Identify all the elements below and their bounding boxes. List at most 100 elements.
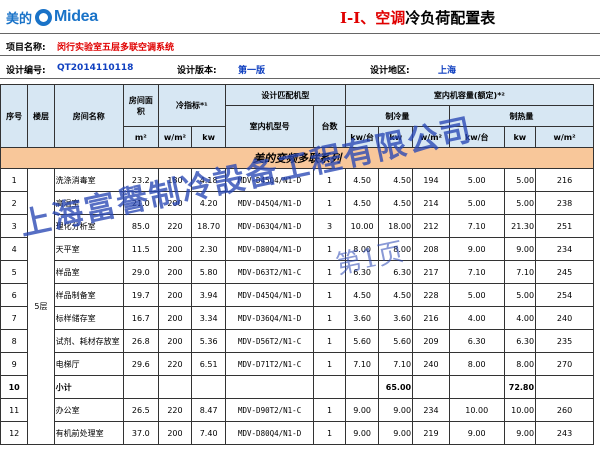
cell-c3: 240: [412, 352, 450, 376]
cell-area: 37.0: [122, 421, 159, 445]
cell-h3: [535, 375, 594, 399]
cell-count: 1: [313, 283, 346, 307]
cell-h1: 7.10: [448, 260, 505, 284]
cell-h3: 238: [535, 191, 594, 215]
header-cooling-index: 冷指标*¹: [157, 84, 226, 127]
cell-h3: 243: [535, 421, 594, 445]
cell-count: 1: [313, 398, 346, 422]
cell-c3: 194: [412, 168, 450, 192]
cell-wm2: 200: [157, 329, 193, 353]
cell-no: 12: [0, 421, 29, 445]
table-row: 7 标样储存室 16.7 200 3.34 MDV-D36Q4/N1-D 1 3.60 3.60…: [0, 306, 594, 330]
header-floor: 楼层: [27, 84, 55, 148]
cell-c2: 9.00: [378, 421, 414, 445]
cell-wm2: 180: [157, 168, 193, 192]
cell-area: 11.5: [122, 237, 159, 261]
project-label: 项目名称:: [6, 43, 46, 53]
cell-h2: 10.00: [503, 398, 537, 422]
cell-room: 有机前处理室: [53, 421, 124, 445]
cell-kw: 6.51: [191, 352, 226, 376]
cell-h1: 5.00: [448, 191, 505, 215]
header-count: 台数: [313, 105, 346, 148]
cell-no: 1: [0, 168, 29, 192]
table-row: 11 办公室 26.5 220 8.47 MDV-D90T2/N1-C 1 9.00 9.00 2…: [0, 398, 594, 422]
cell-wm2: 200: [157, 306, 193, 330]
cell-h1: 6.30: [448, 329, 505, 353]
cell-area: 19.7: [122, 283, 159, 307]
cell-h3: 216: [535, 168, 594, 192]
cell-c2: 3.60: [378, 306, 414, 330]
midea-circle-icon: [35, 8, 53, 26]
cell-c2: 4.50: [378, 168, 414, 192]
cell-no: 2: [0, 191, 29, 215]
document-title: I-I、空调冷负荷配置表: [340, 7, 495, 28]
cell-room: 高温室: [53, 191, 124, 215]
cell-room: 样品制备室: [53, 283, 124, 307]
cell-room: 办公室: [53, 398, 124, 422]
cell-kw: 3.94: [191, 283, 226, 307]
cell-area: 29.0: [122, 260, 159, 284]
cell-h1: 9.00: [448, 421, 505, 445]
table-row: 9 电梯厅 29.6 220 6.51 MDV-D71T2/N1-C 1 7.10 7.10 24…: [0, 352, 594, 376]
cell-model: MDV-D63Q4/N1-D: [224, 214, 315, 238]
cell-model: MDV-D45Q4/N1-D: [224, 191, 315, 215]
cell-count: 1: [313, 329, 346, 353]
table-row: 6 样品制备室 19.7 200 3.94 MDV-D45Q4/N1-D 1 4.50 4.50…: [0, 283, 594, 307]
cell-c3: 217: [412, 260, 450, 284]
cell-no: 11: [0, 398, 29, 422]
cell-area: 16.7: [122, 306, 159, 330]
unit-kw: kw: [378, 126, 414, 148]
cell-c3: 219: [412, 421, 450, 445]
cell-c1: 9.00: [344, 398, 380, 422]
cell-h1: 5.00: [448, 283, 505, 307]
cell-wm2: 200: [157, 283, 193, 307]
cell-h3: 270: [535, 352, 594, 376]
cell-count: 1: [313, 306, 346, 330]
cell-no: 9: [0, 352, 29, 376]
cell-model: MDV-D45Q4/N1-D: [224, 168, 315, 192]
cell-area: 23.2: [122, 168, 159, 192]
cell-area: [122, 375, 159, 399]
cell-wm2: 220: [157, 398, 193, 422]
cell-room: 理化分析室: [53, 214, 124, 238]
cell-c2: 5.60: [378, 329, 414, 353]
cell-c3: 216: [412, 306, 450, 330]
unit-kw-set: kw/台: [448, 126, 505, 148]
unit-kw: kw: [503, 126, 537, 148]
cell-room: 洗涤消毒室: [53, 168, 124, 192]
cell-count: 1: [313, 191, 346, 215]
cell-room: 标样储存室: [53, 306, 124, 330]
cell-no: 6: [0, 283, 29, 307]
cell-h3: 254: [535, 283, 594, 307]
cell-h1: 7.10: [448, 214, 505, 238]
cell-kw: 5.36: [191, 329, 226, 353]
cell-no: 7: [0, 306, 29, 330]
cell-count: 1: [313, 421, 346, 445]
cell-h1: 10.00: [448, 398, 505, 422]
cell-wm2: 200: [157, 191, 193, 215]
cell-h2: 9.00: [503, 237, 537, 261]
header-cooling-cap: 制冷量: [344, 105, 450, 127]
cell-area: 26.8: [122, 329, 159, 353]
cell-c1: 6.30: [344, 260, 380, 284]
series-band-row: 美的变频多联系列: [0, 147, 594, 169]
cell-kw: 7.40: [191, 421, 226, 445]
cell-no: 10: [0, 375, 29, 399]
header-design-model: 设计匹配机型: [224, 84, 346, 106]
cell-c2: 8.00: [378, 237, 414, 261]
cell-model: MDV-D71T2/N1-C: [224, 352, 315, 376]
table-row: 10 小计 65.00 72.80: [0, 375, 594, 399]
cell-wm2: 220: [157, 352, 193, 376]
cell-wm2: 200: [157, 421, 193, 445]
cell-c2: 6.30: [378, 260, 414, 284]
cell-model: MDV-D63T2/N1-C: [224, 260, 315, 284]
cell-h2: 21.30: [503, 214, 537, 238]
cell-c2: 9.00: [378, 398, 414, 422]
divider: [0, 55, 600, 56]
cell-room: 样品室: [53, 260, 124, 284]
cell-h2: 7.10: [503, 260, 537, 284]
table-row: 2 高温室 21.0 200 4.20 MDV-D45Q4/N1-D 1 4.50 4.50 21…: [0, 191, 594, 215]
cell-c1: 10.00: [344, 214, 380, 238]
cell-room: 天平室: [53, 237, 124, 261]
title-part1: I-I、: [340, 9, 376, 27]
